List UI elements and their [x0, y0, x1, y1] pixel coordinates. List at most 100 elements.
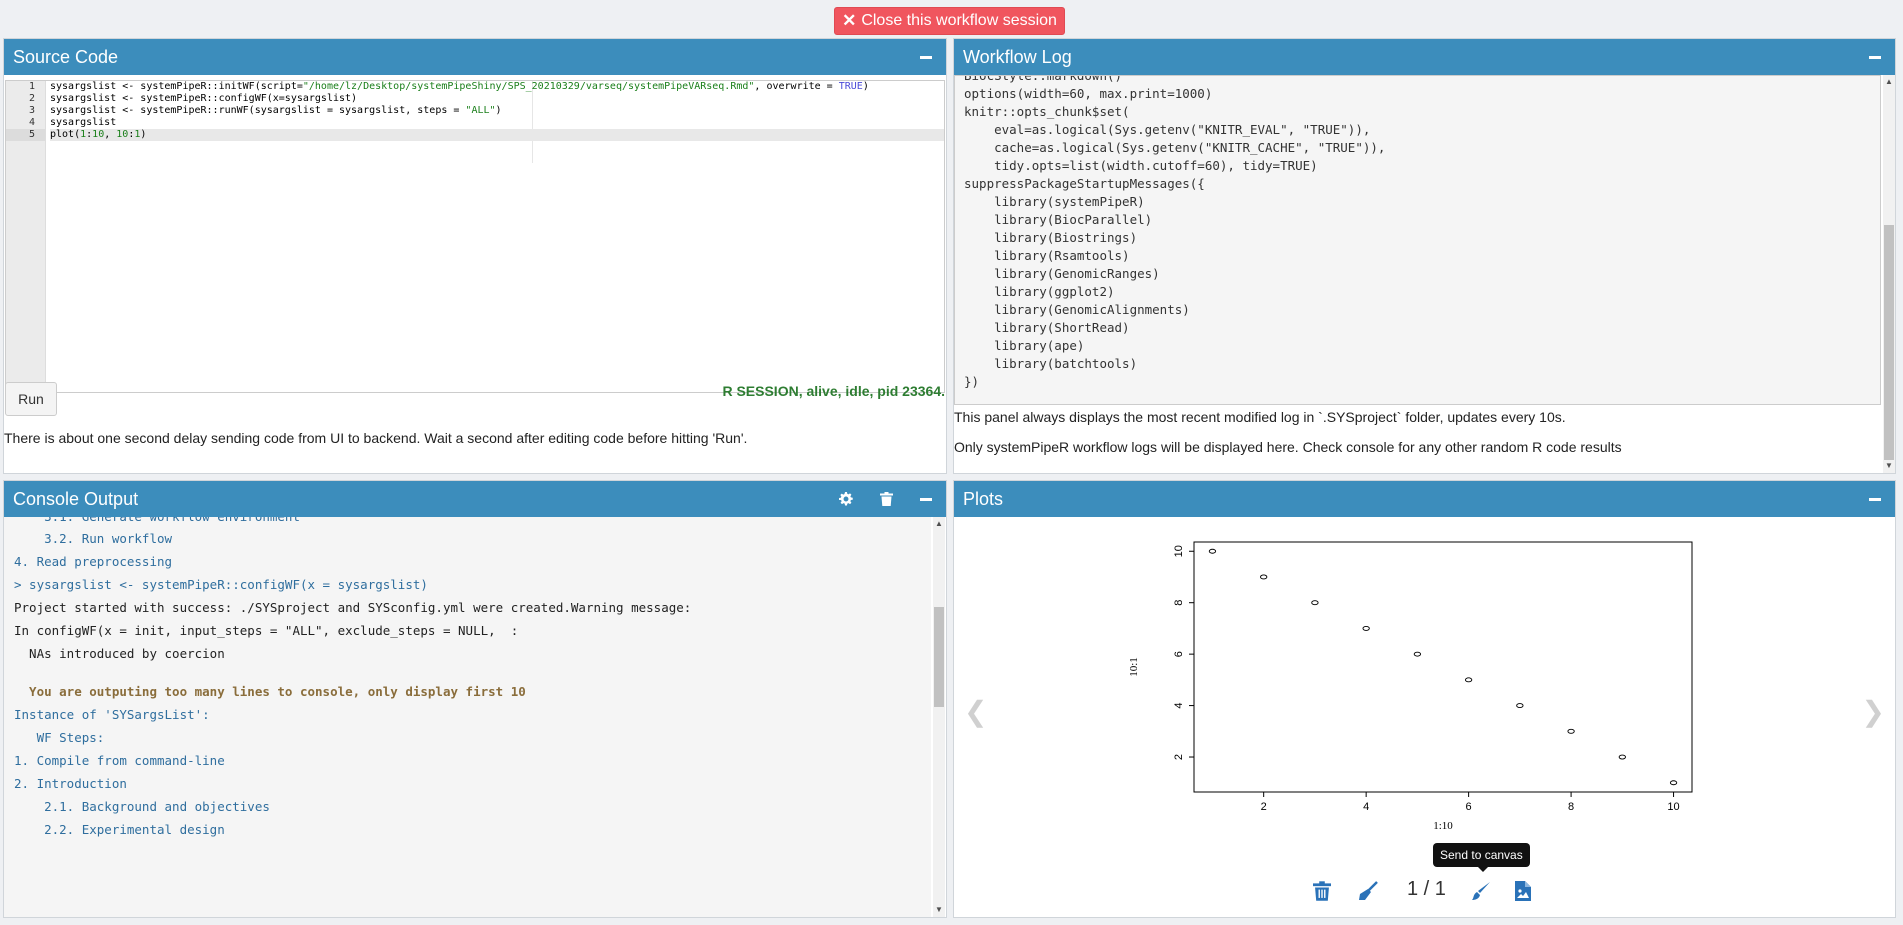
data-point — [1567, 728, 1575, 734]
code-line[interactable]: plot(1:10, 10:1) — [50, 129, 944, 141]
line-number: 3 — [28, 105, 35, 116]
code-editor[interactable]: 12345 sysargslist <- systemPipeR::initWF… — [5, 80, 945, 393]
console-title: Console Output — [13, 488, 139, 509]
console-line: WF Steps: — [14, 730, 105, 745]
y-axis-label: 10:1 — [1128, 657, 1140, 677]
console-line: You are outputing too many lines to cons… — [14, 684, 526, 699]
collapse-source-button[interactable] — [916, 47, 936, 67]
trash-icon — [1313, 881, 1331, 901]
editor-gutter: 12345 — [6, 81, 46, 392]
scroll-down-icon[interactable]: ▼ — [935, 906, 943, 914]
y-tick-label: 4 — [1173, 703, 1185, 709]
line-number: 5 — [6, 129, 45, 141]
source-note: There is about one second delay sending … — [4, 430, 748, 446]
console-line: In configWF(x = init, input_steps = "ALL… — [14, 623, 519, 638]
y-tick-label: 10 — [1173, 545, 1185, 557]
console-output-panel: Console Output 3.1. Generate workflow en… — [3, 480, 947, 918]
log-scrollbar[interactable]: ▲ ▼ — [1883, 75, 1895, 473]
close-session-button[interactable]: ✕ Close this workflow session — [834, 7, 1065, 35]
console-line: > sysargslist <- systemPipeR::configWF(x… — [14, 577, 428, 592]
code-line[interactable]: sysargslist <- systemPipeR::runWF(sysarg… — [50, 105, 944, 117]
scatter-plot: 2 4 6 8 10 2 4 6 8 10 10:1 1:10 — [1128, 541, 1693, 832]
console-header: Console Output — [4, 481, 946, 517]
data-point — [1311, 600, 1319, 606]
data-point — [1618, 754, 1626, 760]
log-text: BiocStyle::markdown() options(width=60, … — [964, 75, 1386, 389]
console-line: Instance of 'SYSargsList': — [14, 707, 210, 722]
minus-icon — [920, 497, 932, 501]
data-point — [1516, 703, 1524, 709]
plots-title: Plots — [963, 488, 1004, 509]
code-line[interactable]: sysargslist <- systemPipeR::configWF(x=s… — [50, 93, 944, 105]
code-line[interactable]: sysargslist — [50, 117, 944, 129]
workflow-log-panel: Workflow Log BiocStyle::markdown() optio… — [953, 38, 1896, 474]
send-to-canvas-button[interactable] — [1471, 881, 1493, 903]
console-line: Project started with success: ./SYSproje… — [14, 600, 692, 615]
send-to-canvas-tooltip: Send to canvas — [1433, 843, 1530, 872]
y-tick-label: 6 — [1173, 651, 1185, 657]
line-number: 2 — [28, 93, 35, 104]
collapse-plots-button[interactable] — [1865, 489, 1885, 509]
data-point — [1413, 651, 1422, 657]
data-point — [1464, 677, 1473, 683]
console-line: 2.1. Background and objectives — [14, 799, 270, 814]
delete-plot-button[interactable] — [1313, 881, 1335, 903]
r-session-status: R SESSION, alive, idle, pid 23364. — [722, 383, 945, 399]
code-line[interactable]: sysargslist <- systemPipeR::initWF(scrip… — [50, 81, 944, 93]
console-settings-button[interactable] — [836, 489, 856, 509]
console-content[interactable]: 3.1. Generate workflow environment 3.2. … — [4, 517, 931, 917]
workflow-log-header: Workflow Log — [954, 39, 1895, 75]
plots-header: Plots — [954, 481, 1895, 517]
trash-icon — [879, 492, 893, 506]
x-tick-label: 4 — [1363, 801, 1369, 813]
x-tick-label: 8 — [1568, 801, 1574, 813]
console-line: 3.2. Run workflow — [14, 531, 173, 546]
collapse-console-button[interactable] — [916, 489, 936, 509]
minus-icon — [1869, 497, 1881, 501]
line-number: 1 — [28, 81, 35, 92]
collapse-log-button[interactable] — [1865, 47, 1885, 67]
data-point — [1669, 780, 1678, 786]
console-line: 3.1. Generate workflow environment — [14, 517, 300, 524]
data-point — [1260, 574, 1268, 580]
file-image-icon — [1515, 881, 1531, 901]
source-code-title: Source Code — [13, 46, 119, 67]
log-content[interactable]: BiocStyle::markdown() options(width=60, … — [954, 75, 1881, 405]
log-note-1: This panel always displays the most rece… — [954, 409, 1566, 425]
x-tick-label: 2 — [1261, 801, 1267, 813]
minus-icon — [920, 55, 932, 59]
minus-icon — [1869, 55, 1881, 59]
plots-panel: Plots ❮ ❯ 2 4 6 8 10 2 4 6 8 10 10:1 1:10 — [953, 480, 1896, 918]
console-line: NAs introduced by coercion — [14, 646, 225, 661]
log-note-2: Only systemPipeR workflow logs will be d… — [954, 439, 1622, 455]
export-plot-button[interactable] — [1515, 881, 1537, 903]
y-tick-label: 2 — [1173, 754, 1185, 760]
clear-plots-button[interactable] — [1357, 881, 1379, 903]
x-tick-label: 10 — [1667, 801, 1679, 813]
console-scrollbar[interactable]: ▲ ▼ — [933, 517, 945, 917]
scroll-up-icon[interactable]: ▲ — [935, 520, 943, 528]
close-icon: ✕ — [842, 11, 857, 30]
log-scroll-thumb[interactable] — [1884, 225, 1894, 460]
scroll-down-icon[interactable]: ▼ — [1885, 462, 1893, 470]
editor-code[interactable]: sysargslist <- systemPipeR::initWF(scrip… — [50, 81, 944, 141]
console-line: 1. Compile from command-line — [14, 753, 225, 768]
source-code-panel: Source Code 12345 sysargslist <- systemP… — [3, 38, 947, 474]
source-code-header: Source Code — [4, 39, 946, 75]
plot-frame — [1193, 541, 1693, 793]
plot-area: ❮ ❯ 2 4 6 8 10 2 4 6 8 10 10:1 1:10 — [954, 517, 1895, 917]
close-session-label: Close this workflow session — [861, 12, 1057, 29]
run-button[interactable]: Run — [5, 382, 57, 416]
console-scroll-thumb[interactable] — [934, 607, 944, 707]
plot-pager: 1 / 1 — [1407, 878, 1446, 900]
console-clear-button[interactable] — [876, 489, 896, 509]
scroll-up-icon[interactable]: ▲ — [1885, 78, 1893, 86]
line-number: 4 — [28, 117, 35, 128]
broom-icon — [1359, 881, 1378, 900]
console-line: 4. Read preprocessing — [14, 554, 173, 569]
console-line: 2. Introduction — [14, 776, 127, 791]
x-axis-label: 1:10 — [1433, 820, 1453, 832]
gear-icon — [839, 492, 853, 506]
console-line: 2.2. Experimental design — [14, 822, 225, 837]
workflow-log-title: Workflow Log — [963, 46, 1072, 67]
